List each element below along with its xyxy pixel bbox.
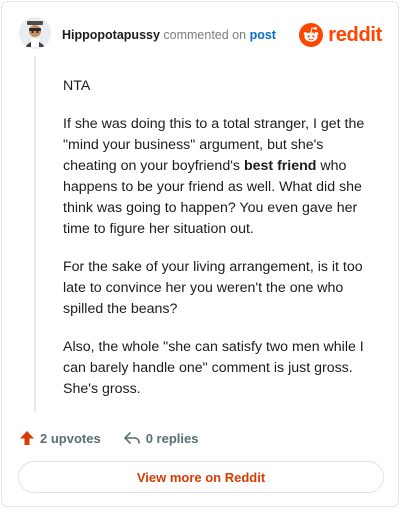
reply-count: 0 replies (145, 430, 199, 446)
comment-card: Hippopotapussy commented on post reddit … (1, 1, 399, 507)
user-avatar-icon (19, 17, 51, 49)
comment-actions: 2 upvotes 0 replies (19, 428, 198, 448)
post-link[interactable]: post (250, 28, 276, 42)
commented-on-text: commented on (163, 28, 247, 42)
comment-header: Hippopotapussy commented on post (62, 27, 276, 43)
comment-paragraph: Also, the whole "she can satisfy two men… (63, 339, 364, 397)
comment-paragraph: If she was doing this to a total strange… (63, 114, 373, 240)
comment-paragraph: NTA (63, 78, 91, 94)
username[interactable]: Hippopotapussy (62, 28, 160, 42)
reddit-snoo-icon (299, 23, 324, 47)
avatar[interactable] (19, 17, 51, 49)
replies-button[interactable]: 0 replies (123, 430, 199, 446)
upvote-count: 2 upvotes (40, 430, 101, 446)
comment-body: NTA If she was doing this to a total str… (63, 76, 373, 417)
upvote-arrow-icon (20, 431, 34, 445)
comment-paragraph: For the sake of your living arrangement,… (63, 259, 363, 317)
reddit-wordmark: reddit (328, 23, 382, 46)
emphasized-text: best friend (243, 158, 317, 174)
reddit-logo[interactable]: reddit (299, 22, 382, 48)
reply-arrow-icon (123, 432, 140, 444)
upvote-button[interactable]: 2 upvotes (19, 430, 101, 446)
view-more-button[interactable]: View more on Reddit (18, 461, 384, 493)
thread-line (34, 56, 36, 412)
